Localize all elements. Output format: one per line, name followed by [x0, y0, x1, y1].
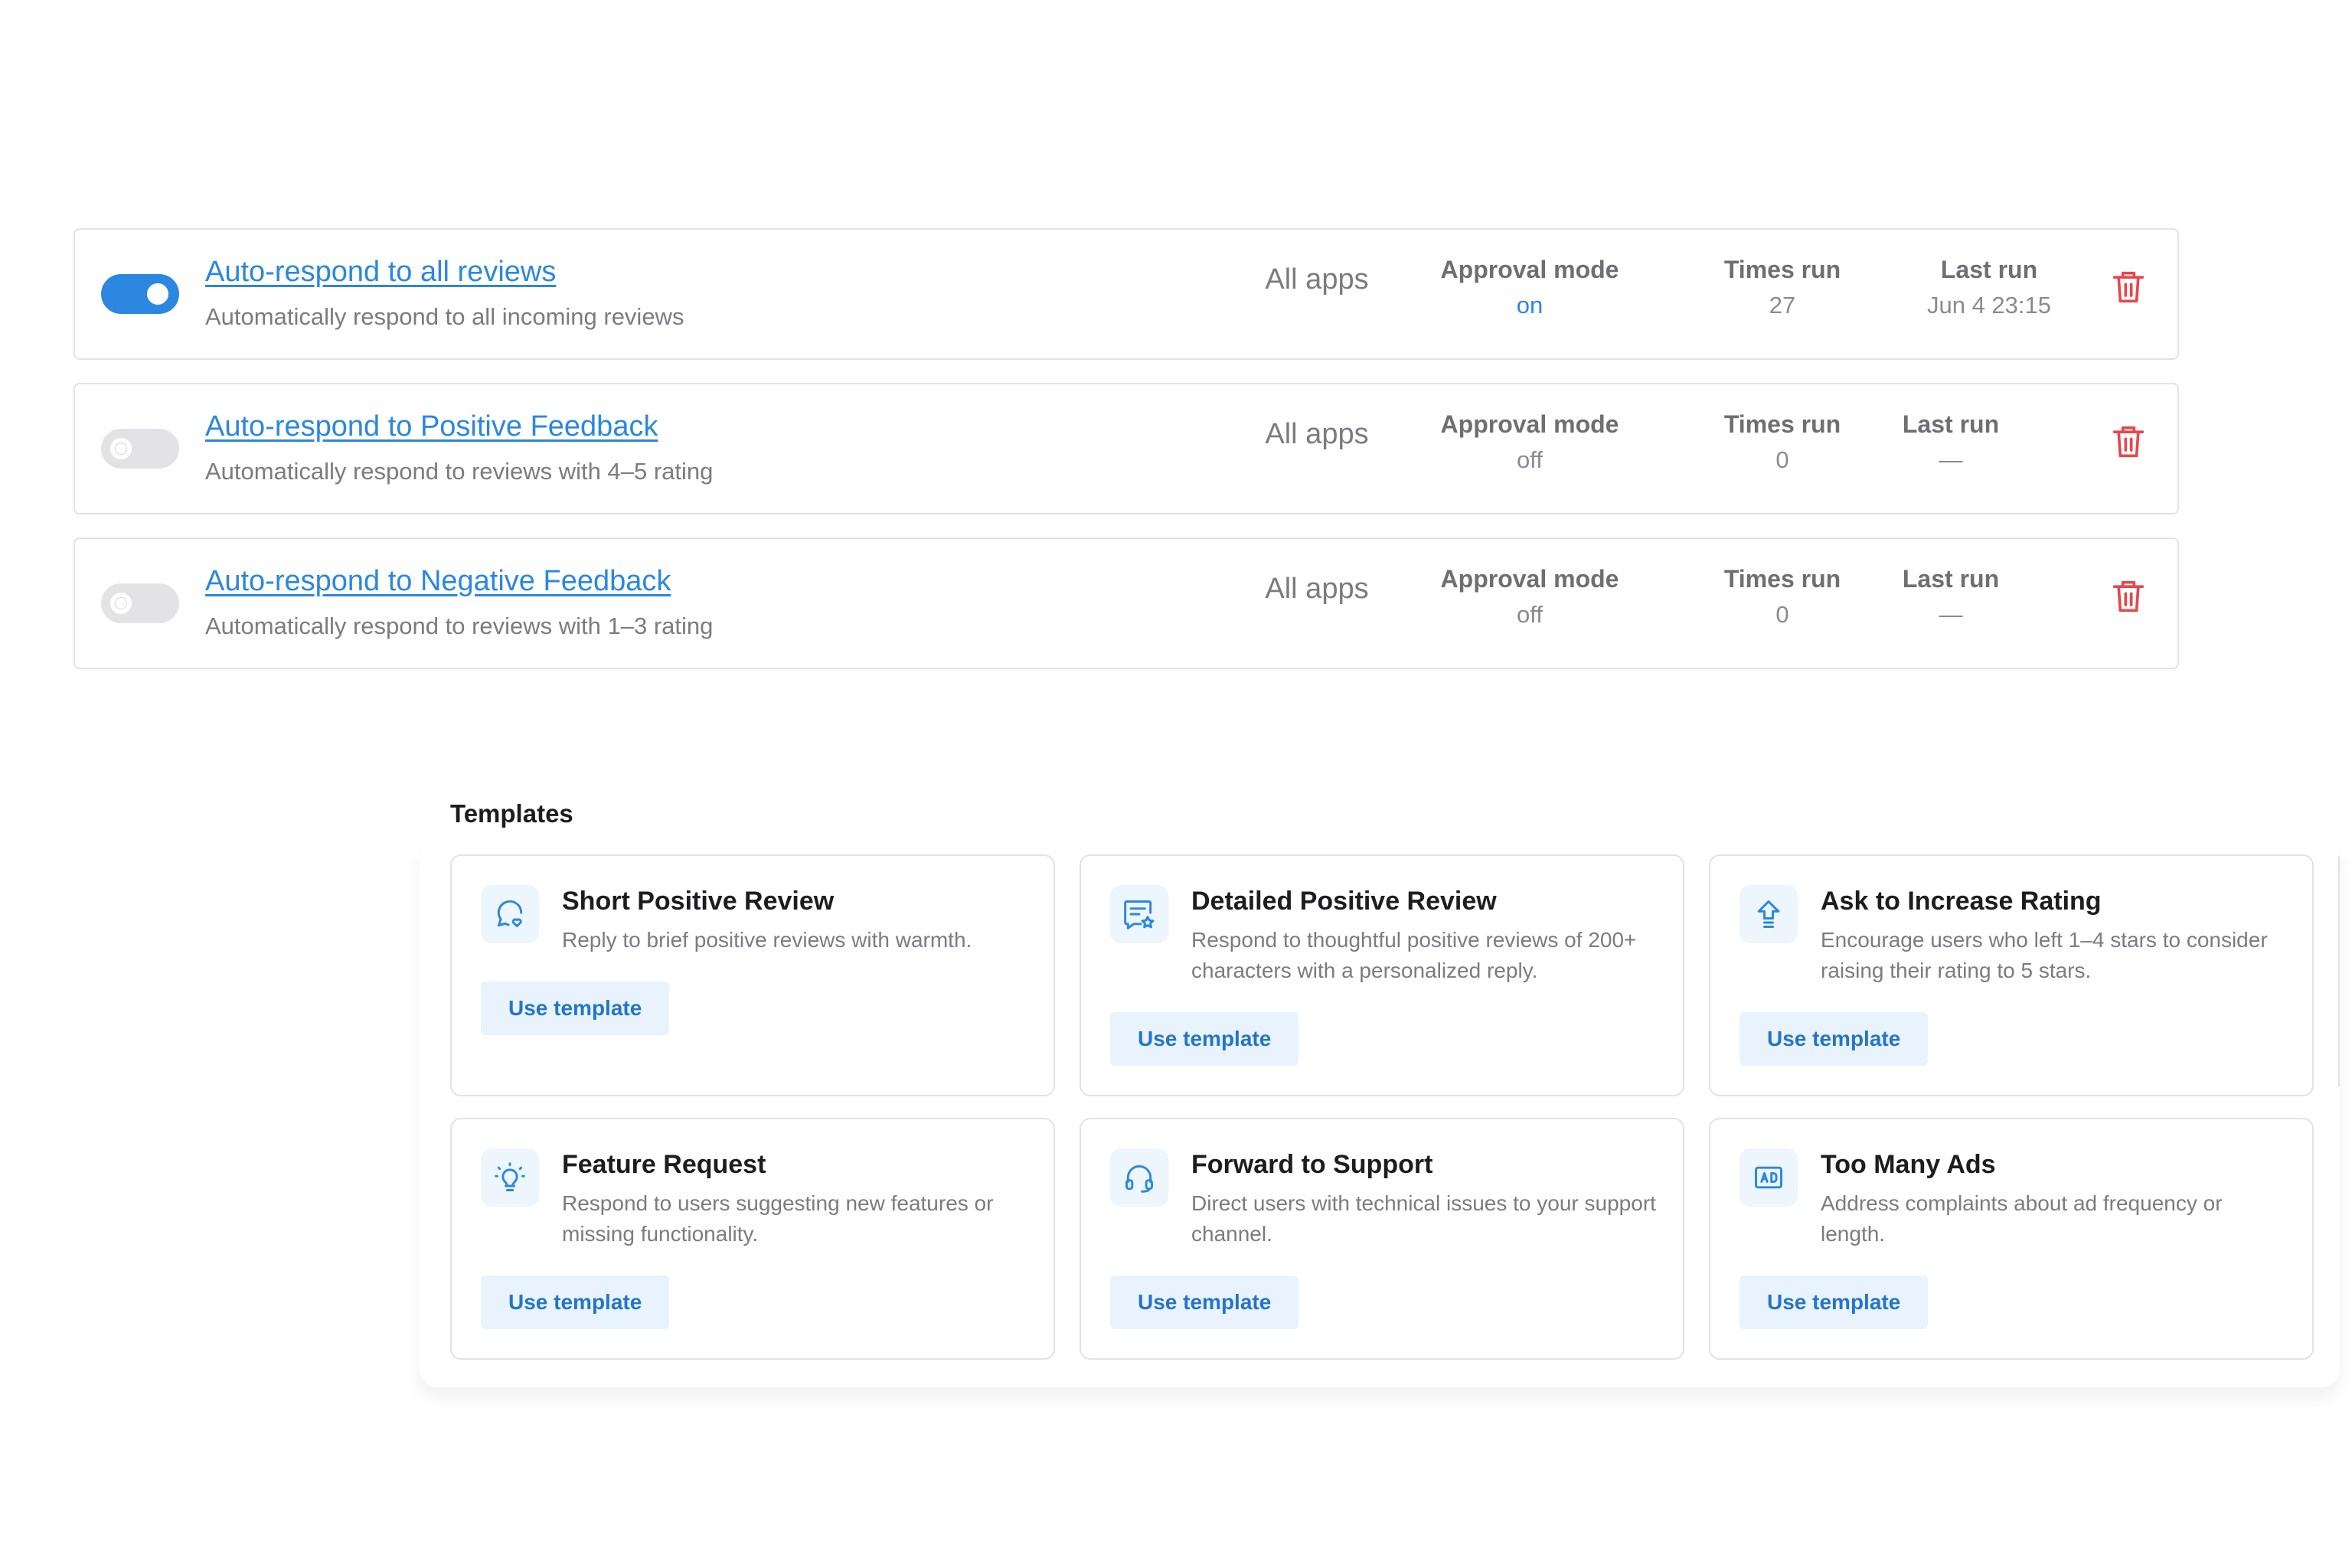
last-run-value: —	[1939, 446, 1963, 473]
last-run-label: Last run	[1940, 256, 2038, 283]
template-description: Address complaints about ad frequency or…	[1821, 1191, 2223, 1246]
rule-description: Automatically respond to all incoming re…	[205, 303, 684, 330]
use-template-button[interactable]: Use template	[1110, 1012, 1299, 1066]
approval-mode-value: off	[1517, 446, 1543, 473]
rule-description: Automatically respond to reviews with 1–…	[205, 612, 714, 639]
message-star-icon	[1110, 885, 1168, 943]
template-title: Forward to Support	[1191, 1150, 1433, 1179]
rule-title-link[interactable]: Auto-respond to all reviews	[205, 256, 556, 289]
approval-mode-value: off	[1517, 601, 1543, 628]
template-card: Feature Request Respond to users suggest…	[450, 1118, 1055, 1360]
template-card: Short Positive Review Reply to brief pos…	[450, 854, 1055, 1096]
template-description: Respond to users suggesting new features…	[562, 1191, 994, 1246]
last-run-value: —	[1939, 601, 1963, 628]
template-card: Ask to Increase Rating Encourage users w…	[1709, 854, 2314, 1096]
rule-description: Automatically respond to reviews with 4–…	[205, 458, 714, 485]
automation-rules-list: Auto-respond to all reviews Automaticall…	[74, 228, 2179, 692]
rule-title-link[interactable]: Auto-respond to Negative Feedback	[205, 565, 671, 598]
ad-icon	[1740, 1148, 1798, 1207]
approval-mode-value: on	[1516, 292, 1544, 318]
rule-enabled-toggle[interactable]	[101, 274, 179, 314]
approval-mode-label: Approval mode	[1440, 410, 1619, 438]
headset-icon	[1110, 1148, 1168, 1207]
times-run-value: 27	[1769, 292, 1796, 318]
rule-row: Auto-respond to Negative Feedback Automa…	[74, 537, 2179, 669]
rule-row: Auto-respond to all reviews Automaticall…	[74, 228, 2179, 360]
template-description: Reply to brief positive reviews with war…	[562, 928, 972, 952]
next-card-edge	[2338, 856, 2340, 1087]
template-title: Ask to Increase Rating	[1821, 887, 2102, 916]
use-template-button[interactable]: Use template	[481, 1276, 670, 1329]
template-description: Respond to thoughtful positive reviews o…	[1191, 928, 1637, 982]
chat-heart-icon	[481, 885, 539, 943]
rule-enabled-toggle[interactable]	[101, 583, 179, 623]
last-run-stat: Last run —	[1836, 565, 2066, 629]
rule-row: Auto-respond to Positive Feedback Automa…	[74, 383, 2179, 514]
rule-title-link[interactable]: Auto-respond to Positive Feedback	[205, 410, 658, 443]
trash-icon[interactable]	[2112, 268, 2145, 306]
use-template-button[interactable]: Use template	[1740, 1012, 1929, 1066]
approval-mode-stat: Approval mode on	[1377, 256, 1683, 319]
templates-heading: Templates	[450, 799, 573, 828]
times-run-label: Times run	[1723, 256, 1841, 283]
last-run-stat: Last run —	[1836, 410, 2066, 474]
last-run-label: Last run	[1902, 565, 2000, 593]
template-description: Direct users with technical issues to yo…	[1191, 1191, 1656, 1246]
last-run-stat: Last run Jun 4 23:15	[1867, 256, 2112, 319]
template-card: Forward to Support Direct users with tec…	[1080, 1118, 1684, 1360]
approval-mode-label: Approval mode	[1440, 256, 1619, 283]
template-title: Too Many Ads	[1821, 1150, 1996, 1179]
template-title: Short Positive Review	[562, 887, 835, 916]
last-run-value: Jun 4 23:15	[1926, 292, 2052, 318]
template-title: Detailed Positive Review	[1191, 887, 1497, 916]
times-run-stat: Times run 27	[1668, 256, 1897, 319]
template-card: Too Many Ads Address complaints about ad…	[1709, 1118, 2314, 1360]
use-template-button[interactable]: Use template	[481, 982, 670, 1035]
trash-icon[interactable]	[2112, 577, 2145, 616]
use-template-button[interactable]: Use template	[1110, 1276, 1299, 1329]
approval-mode-label: Approval mode	[1440, 565, 1619, 593]
template-description: Encourage users who left 1–4 stars to co…	[1821, 928, 2268, 982]
approval-mode-stat: Approval mode off	[1377, 565, 1683, 629]
trash-icon[interactable]	[2112, 423, 2145, 461]
template-title: Feature Request	[562, 1150, 766, 1179]
use-template-button[interactable]: Use template	[1740, 1276, 1929, 1329]
last-run-label: Last run	[1902, 410, 2000, 438]
arrow-up-icon	[1740, 885, 1798, 943]
lightbulb-icon	[481, 1148, 539, 1207]
approval-mode-stat: Approval mode off	[1377, 410, 1683, 474]
rule-enabled-toggle[interactable]	[101, 429, 179, 469]
template-card: Detailed Positive Review Respond to thou…	[1080, 854, 1684, 1096]
